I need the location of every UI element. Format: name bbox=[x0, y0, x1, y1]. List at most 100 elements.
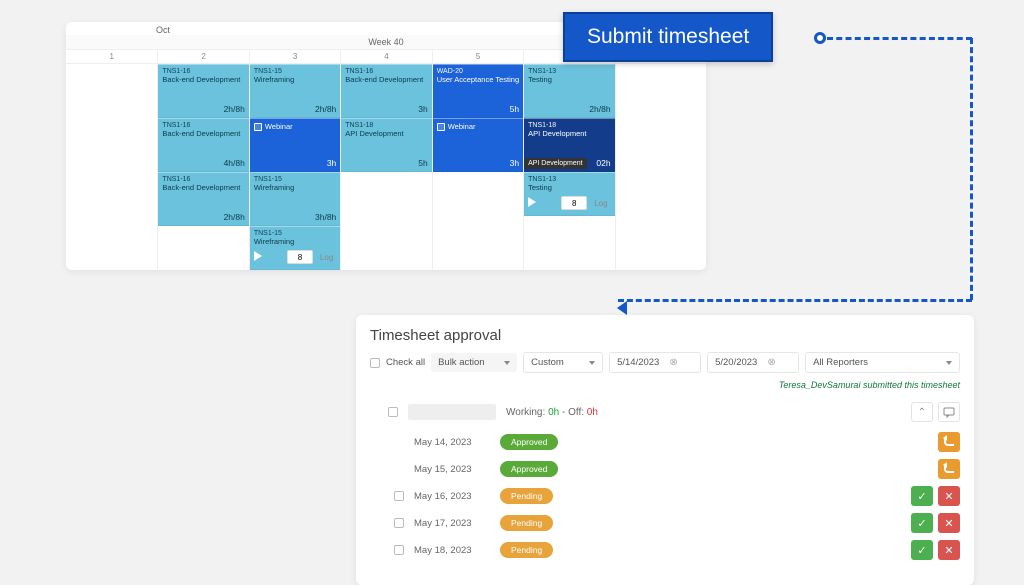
approve-button[interactable]: ✓ bbox=[911, 513, 933, 533]
reporter-select[interactable]: All Reporters bbox=[805, 352, 960, 373]
approval-day-row: May 14, 2023 Approved bbox=[394, 432, 960, 452]
day-header: 4 bbox=[340, 50, 431, 63]
log-button[interactable]: Log bbox=[317, 253, 336, 262]
task-hours: 2h/8h bbox=[315, 104, 336, 114]
row-checkbox[interactable] bbox=[394, 545, 404, 555]
summary-checkbox[interactable] bbox=[388, 407, 398, 417]
play-icon[interactable] bbox=[254, 248, 262, 266]
reject-button[interactable]: ✕ bbox=[938, 540, 960, 560]
task-key: TNS1-18 bbox=[528, 122, 610, 129]
arrow-segment bbox=[970, 38, 973, 300]
task-title: Wireframing bbox=[254, 76, 336, 85]
task-card[interactable]: TNS1-18API Development02hAPI Development bbox=[524, 118, 614, 172]
working-label: Working: bbox=[506, 407, 545, 418]
working-hours: 0h bbox=[548, 407, 559, 418]
row-checkbox[interactable] bbox=[394, 518, 404, 528]
check-all-checkbox[interactable] bbox=[370, 358, 380, 368]
calendar-column bbox=[615, 64, 706, 270]
reject-button[interactable]: ✕ bbox=[938, 486, 960, 506]
task-key: WAD-20 bbox=[437, 68, 519, 75]
row-actions bbox=[938, 432, 960, 452]
range-select[interactable]: Custom bbox=[523, 352, 603, 373]
submit-timesheet-banner[interactable]: Submit timesheet bbox=[563, 12, 773, 62]
task-hours: 3h/8h bbox=[315, 212, 336, 222]
date-from-input[interactable]: 5/14/2023 ⊗ bbox=[609, 352, 701, 373]
comment-button[interactable] bbox=[938, 402, 960, 422]
undo-button[interactable] bbox=[938, 459, 960, 479]
task-card[interactable]: Webinar 3h bbox=[433, 118, 523, 172]
date-from-value: 5/14/2023 bbox=[617, 357, 659, 368]
day-header: 2 bbox=[157, 50, 248, 63]
task-key: TNS1-16 bbox=[162, 176, 244, 183]
task-title: Back-end Development bbox=[162, 130, 244, 139]
bulk-action-select[interactable]: Bulk action bbox=[431, 353, 517, 372]
task-card[interactable]: WAD-20User Acceptance Testing 5h bbox=[433, 64, 523, 118]
calendar-icon bbox=[437, 123, 445, 131]
clear-icon[interactable]: ⊗ bbox=[669, 357, 677, 368]
calendar-column: TNS1-15Wireframing2h/8hWebinar3hTNS1-15W… bbox=[249, 64, 340, 270]
task-hours: 02h bbox=[596, 158, 610, 168]
task-key: TNS1-15 bbox=[254, 176, 336, 183]
calendar-column: TNS1-16Back-end Development2h/8hTNS1-16B… bbox=[157, 64, 248, 270]
reject-button[interactable]: ✕ bbox=[938, 513, 960, 533]
approve-button[interactable]: ✓ bbox=[911, 540, 933, 560]
task-card[interactable]: TNS1-15Wireframing 3h/8h bbox=[250, 172, 340, 226]
date-to-input[interactable]: 5/20/2023⊗ bbox=[707, 352, 799, 373]
log-hours-input[interactable] bbox=[561, 196, 587, 210]
task-hours: 3h bbox=[327, 158, 336, 168]
log-button[interactable]: Log bbox=[591, 199, 610, 208]
row-date: May 17, 2023 bbox=[414, 518, 490, 529]
task-key: TNS1-16 bbox=[162, 68, 244, 75]
calendar-column: TNS1-16Back-end Development3hTNS1-18API … bbox=[340, 64, 431, 270]
day-header: 3 bbox=[249, 50, 340, 63]
task-hours: 3h bbox=[510, 158, 519, 168]
task-card[interactable]: TNS1-15Wireframing2h/8h bbox=[250, 64, 340, 118]
task-card[interactable]: TNS1-16Back-end Development2h/8h bbox=[158, 172, 248, 226]
row-checkbox[interactable] bbox=[394, 491, 404, 501]
off-label: - Off: bbox=[562, 407, 587, 418]
submitted-message: Teresa_DevSamurai submitted this timeshe… bbox=[370, 380, 960, 390]
row-actions: ✓✕ bbox=[911, 540, 960, 560]
task-title: User Acceptance Testing bbox=[437, 76, 519, 85]
check-all-label[interactable]: Check all bbox=[386, 357, 425, 368]
approval-card: Timesheet approval Check all Bulk action… bbox=[356, 315, 974, 585]
task-card[interactable]: TNS1-15WireframingLog bbox=[250, 226, 340, 270]
log-hours-input[interactable] bbox=[287, 250, 313, 264]
task-card[interactable]: TNS1-16Back-end Development3h bbox=[341, 64, 431, 118]
task-hours: 5h bbox=[510, 104, 519, 114]
reporter-name-redacted bbox=[408, 404, 496, 420]
task-hours: 4h/8h bbox=[224, 158, 245, 168]
undo-button[interactable] bbox=[938, 432, 960, 452]
task-card[interactable]: TNS1-16Back-end Development4h/8h bbox=[158, 118, 248, 172]
task-card[interactable]: TNS1-16Back-end Development2h/8h bbox=[158, 64, 248, 118]
row-actions: ✓✕ bbox=[911, 486, 960, 506]
task-title: Wireframing bbox=[254, 238, 336, 247]
row-date: May 15, 2023 bbox=[414, 464, 490, 475]
chevron-down-icon bbox=[589, 361, 595, 365]
calendar-column: TNS1-13Testing2h/8hTNS1-18API Developmen… bbox=[523, 64, 614, 270]
arrow-segment bbox=[827, 37, 972, 40]
status-pill: Approved bbox=[500, 434, 558, 450]
tooltip: API Development bbox=[524, 158, 586, 169]
task-hours: 2h/8h bbox=[589, 104, 610, 114]
task-card[interactable]: Webinar3h bbox=[250, 118, 340, 172]
task-title: Wireframing bbox=[254, 184, 336, 193]
collapse-button[interactable]: ⌃ bbox=[911, 402, 933, 422]
approval-rows: May 14, 2023 Approved May 15, 2023 Approved… bbox=[370, 432, 960, 560]
approve-button[interactable]: ✓ bbox=[911, 486, 933, 506]
clear-icon[interactable]: ⊗ bbox=[767, 357, 775, 368]
task-card[interactable]: TNS1-13TestingLog bbox=[524, 172, 614, 216]
task-title: Webinar bbox=[437, 123, 519, 132]
task-card[interactable]: TNS1-13Testing2h/8h bbox=[524, 64, 614, 118]
task-card[interactable]: TNS1-18API Development5h bbox=[341, 118, 431, 172]
chevron-down-icon bbox=[946, 361, 952, 365]
bulk-action-label: Bulk action bbox=[438, 357, 484, 368]
row-date: May 14, 2023 bbox=[414, 437, 490, 448]
row-actions: ✓✕ bbox=[911, 513, 960, 533]
row-actions bbox=[938, 459, 960, 479]
task-title: API Development bbox=[528, 130, 610, 139]
task-hours: 2h/8h bbox=[224, 104, 245, 114]
working-summary: Working: 0h - Off: 0h bbox=[506, 407, 598, 418]
task-hours: 2h/8h bbox=[224, 212, 245, 222]
play-icon[interactable] bbox=[528, 194, 536, 212]
